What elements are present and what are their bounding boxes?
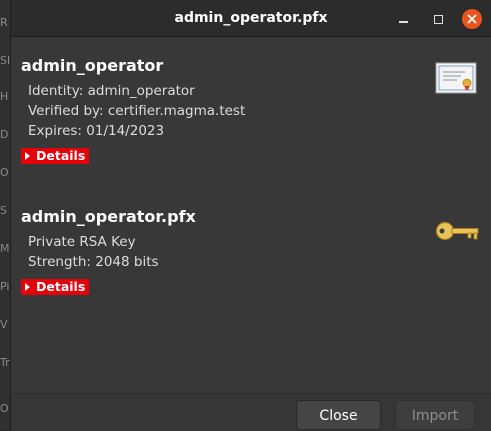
import-button[interactable]: Import [395,400,475,430]
close-window-button[interactable] [462,9,482,29]
title-bar[interactable]: admin_operator.pfx [11,0,491,37]
minimize-button[interactable] [393,9,413,29]
import-dialog: admin_operator.pfx admin_operator Identi… [10,0,491,431]
close-icon [467,14,477,24]
minimize-icon [398,21,408,23]
background-text: H [0,90,9,103]
key-icon [435,221,479,241]
background-text: M [0,242,10,255]
details-label: Details [36,148,86,163]
background-text: V [0,318,8,331]
key-strength: Strength: 2048 bits [28,254,159,270]
background-text: R [0,16,8,29]
certificate-expires: Expires: 01/14/2023 [28,123,165,139]
background-text: O [0,166,9,179]
background-text: O [0,402,9,415]
maximize-button[interactable] [428,9,448,29]
key-details-toggle[interactable]: Details [21,279,90,295]
background-window-edge: R SI H D O S M Pi V Tr O [0,0,10,430]
expand-triangle-icon [25,283,30,291]
dialog-content: admin_operator Identity: admin_operator … [11,37,491,393]
certificate-details-toggle[interactable]: Details [21,148,90,164]
certificate-icon [435,62,477,94]
key-title: admin_operator.pfx [21,207,196,226]
key-type: Private RSA Key [28,234,136,250]
background-text: Pi [0,280,10,293]
expand-triangle-icon [25,152,30,160]
background-text: S [0,204,7,217]
certificate-verified-by: Verified by: certifier.magma.test [28,103,246,119]
background-text: D [0,128,9,141]
dialog-footer: Close Import [11,393,491,431]
background-text: Tr [0,356,10,369]
details-label: Details [36,279,86,294]
background-text: SI [0,54,10,67]
close-button[interactable]: Close [296,400,381,430]
certificate-title: admin_operator [21,56,164,75]
dialog-title: admin_operator.pfx [174,10,328,26]
maximize-icon [433,14,443,24]
certificate-identity: Identity: admin_operator [28,83,195,99]
